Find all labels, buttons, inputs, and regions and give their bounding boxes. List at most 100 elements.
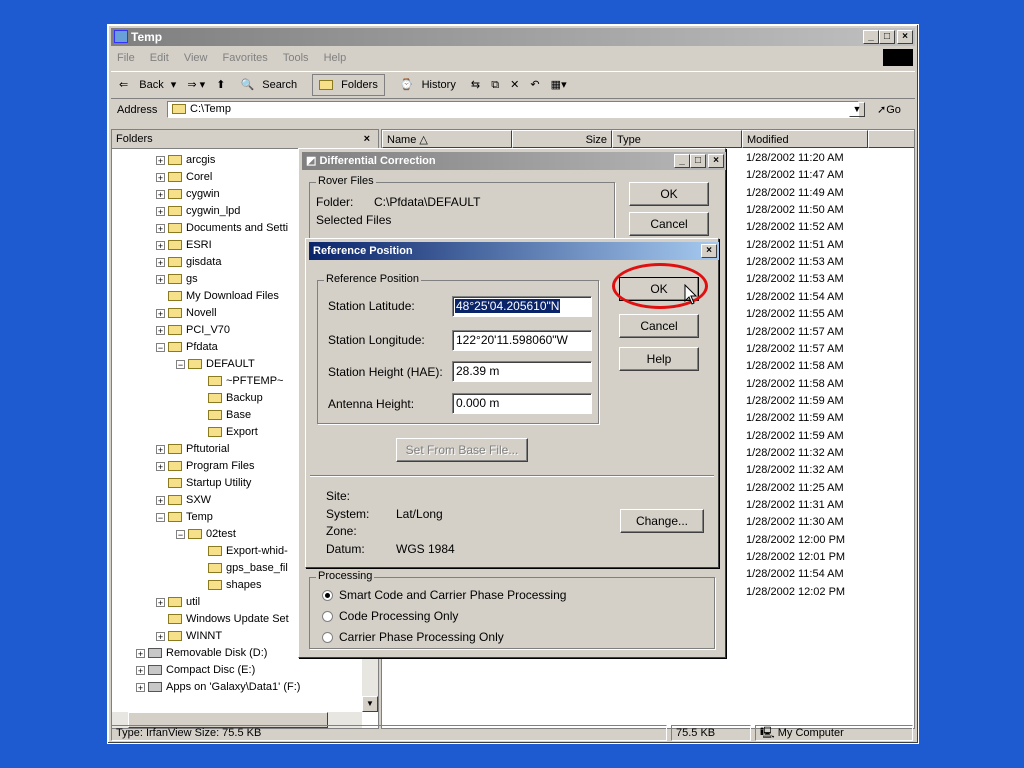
expand-icon[interactable]: + [156,257,165,267]
folders-pane-close-icon[interactable]: × [364,130,370,148]
up-folder-icon[interactable]: ⬆ [216,72,225,98]
file-row-modified[interactable]: 1/28/2002 12:01 PM [746,549,845,566]
tree-item[interactable]: − Temp [156,509,213,526]
close-window-button[interactable]: × [897,30,913,44]
column-header-name[interactable]: Name △ [382,130,512,148]
file-row-modified[interactable]: 1/28/2002 11:52 AM [746,219,844,236]
column-header-modified[interactable]: Modified [742,130,868,148]
file-row-modified[interactable]: 1/28/2002 11:55 AM [746,306,844,323]
radio-button-icon[interactable] [322,590,333,602]
expand-icon[interactable]: + [156,597,165,607]
forward-button[interactable]: ⇒ ▾ [187,72,205,98]
tree-item[interactable]: − Pfdata [156,339,218,356]
diff-minimize-button[interactable]: _ [674,154,690,168]
set-from-base-file-button[interactable]: Set From Base File... [396,438,528,462]
scroll-down-arrow-icon[interactable]: ▼ [362,696,378,712]
longitude-input[interactable]: 122°20'11.598060"W [452,330,592,351]
file-row-modified[interactable]: 1/28/2002 11:50 AM [746,202,844,219]
expand-icon[interactable]: + [156,189,165,199]
diff-close-button[interactable]: × [708,154,724,168]
file-row-modified[interactable]: 1/28/2002 11:25 AM [746,480,844,497]
file-row-modified[interactable]: 1/28/2002 11:31 AM [746,497,844,514]
file-row-modified[interactable]: 1/28/2002 12:02 PM [746,584,845,601]
menu-edit[interactable]: Edit [150,52,169,64]
column-header-size[interactable]: Size [512,130,612,148]
tree-item[interactable]: gps_base_fil [196,560,288,577]
address-dropdown-button[interactable]: ▼ [849,102,865,117]
file-row-modified[interactable]: 1/28/2002 11:51 AM [746,237,844,254]
processing-option[interactable]: Carrier Phase Processing Only [322,630,504,644]
file-row-modified[interactable]: 1/28/2002 11:58 AM [746,358,844,375]
diff-cancel-button[interactable]: Cancel [629,212,709,236]
expand-icon[interactable]: + [156,223,165,233]
go-button[interactable]: ➚Go [877,99,901,121]
file-row-modified[interactable]: 1/28/2002 11:32 AM [746,445,844,462]
tree-item[interactable]: + gs [156,271,198,288]
file-row-modified[interactable]: 1/28/2002 11:57 AM [746,341,844,358]
file-row-modified[interactable]: 1/28/2002 12:00 PM [746,532,845,549]
collapse-icon[interactable]: − [156,342,165,352]
change-button[interactable]: Change... [620,509,704,533]
expand-icon[interactable]: + [136,682,145,692]
tree-item[interactable]: − 02test [176,526,236,543]
expand-icon[interactable]: + [156,631,165,641]
diff-ok-button[interactable]: OK [629,182,709,206]
latitude-input[interactable]: 48°25'04.205610"N [452,296,592,317]
ref-help-button[interactable]: Help [619,347,699,371]
tree-item[interactable]: Windows Update Set [156,611,289,628]
file-row-modified[interactable]: 1/28/2002 11:30 AM [746,514,844,531]
file-row-modified[interactable]: 1/28/2002 11:59 AM [746,393,844,410]
tree-item[interactable]: + cygwin [156,186,220,203]
tree-item[interactable]: + cygwin_lpd [156,203,240,220]
tree-item[interactable]: + util [156,594,200,611]
folders-button[interactable]: Folders [312,74,385,96]
file-row-modified[interactable]: 1/28/2002 11:32 AM [746,462,844,479]
tree-item[interactable]: + Program Files [156,458,254,475]
tree-item[interactable]: + Novell [156,305,217,322]
tree-item[interactable]: + Documents and Setti [156,220,288,237]
tree-item[interactable]: Export [196,424,258,441]
tree-item[interactable]: + Corel [156,169,212,186]
expand-icon[interactable]: + [156,444,165,454]
collapse-icon[interactable]: − [176,529,185,539]
file-row-modified[interactable]: 1/28/2002 11:59 AM [746,428,844,445]
search-button[interactable]: 🔍 Search [237,72,302,98]
tree-item[interactable]: + ESRI [156,237,212,254]
menu-favorites[interactable]: Favorites [223,52,268,64]
file-row-modified[interactable]: 1/28/2002 11:49 AM [746,185,844,202]
tree-item[interactable]: + Removable Disk (D:) [136,645,267,662]
tree-item[interactable]: Base [196,407,251,424]
expand-icon[interactable]: + [156,495,165,505]
column-header-type[interactable]: Type [612,130,742,148]
tree-item[interactable]: + Apps on 'Galaxy\Data1' (F:) [136,679,300,696]
maximize-button[interactable]: □ [879,30,895,44]
expand-icon[interactable]: + [156,274,165,284]
tree-item[interactable]: ~PFTEMP~ [196,373,283,390]
ref-cancel-button[interactable]: Cancel [619,314,699,338]
file-row-modified[interactable]: 1/28/2002 11:53 AM [746,254,844,271]
copy-to-icon[interactable]: ⧉ [491,72,499,98]
move-to-icon[interactable]: ⇆ [471,72,480,98]
expand-icon[interactable]: + [156,172,165,182]
file-row-modified[interactable]: 1/28/2002 11:53 AM [746,271,844,288]
tree-item[interactable]: + gisdata [156,254,221,271]
expand-icon[interactable]: + [156,308,165,318]
file-row-modified[interactable]: 1/28/2002 11:54 AM [746,566,844,583]
back-button[interactable]: ⇐ Back ▾ [115,72,176,98]
tree-item[interactable]: − DEFAULT [176,356,255,373]
tree-item[interactable]: + SXW [156,492,211,509]
views-icon[interactable]: ▦▾ [551,72,567,98]
undo-icon[interactable]: ↶ [530,72,539,98]
menu-view[interactable]: View [184,52,208,64]
delete-icon[interactable]: ✕ [510,72,519,98]
expand-icon[interactable]: + [136,648,145,658]
ref-close-button[interactable]: × [701,244,717,258]
expand-icon[interactable]: + [156,206,165,216]
collapse-icon[interactable]: − [156,512,165,522]
differential-correction-titlebar[interactable]: ◩ Differential Correction _ □ × [302,152,726,170]
file-row-modified[interactable]: 1/28/2002 11:59 AM [746,410,844,427]
menu-help[interactable]: Help [324,52,347,64]
expand-icon[interactable]: + [156,155,165,165]
expand-icon[interactable]: + [156,240,165,250]
file-row-modified[interactable]: 1/28/2002 11:20 AM [746,150,844,167]
